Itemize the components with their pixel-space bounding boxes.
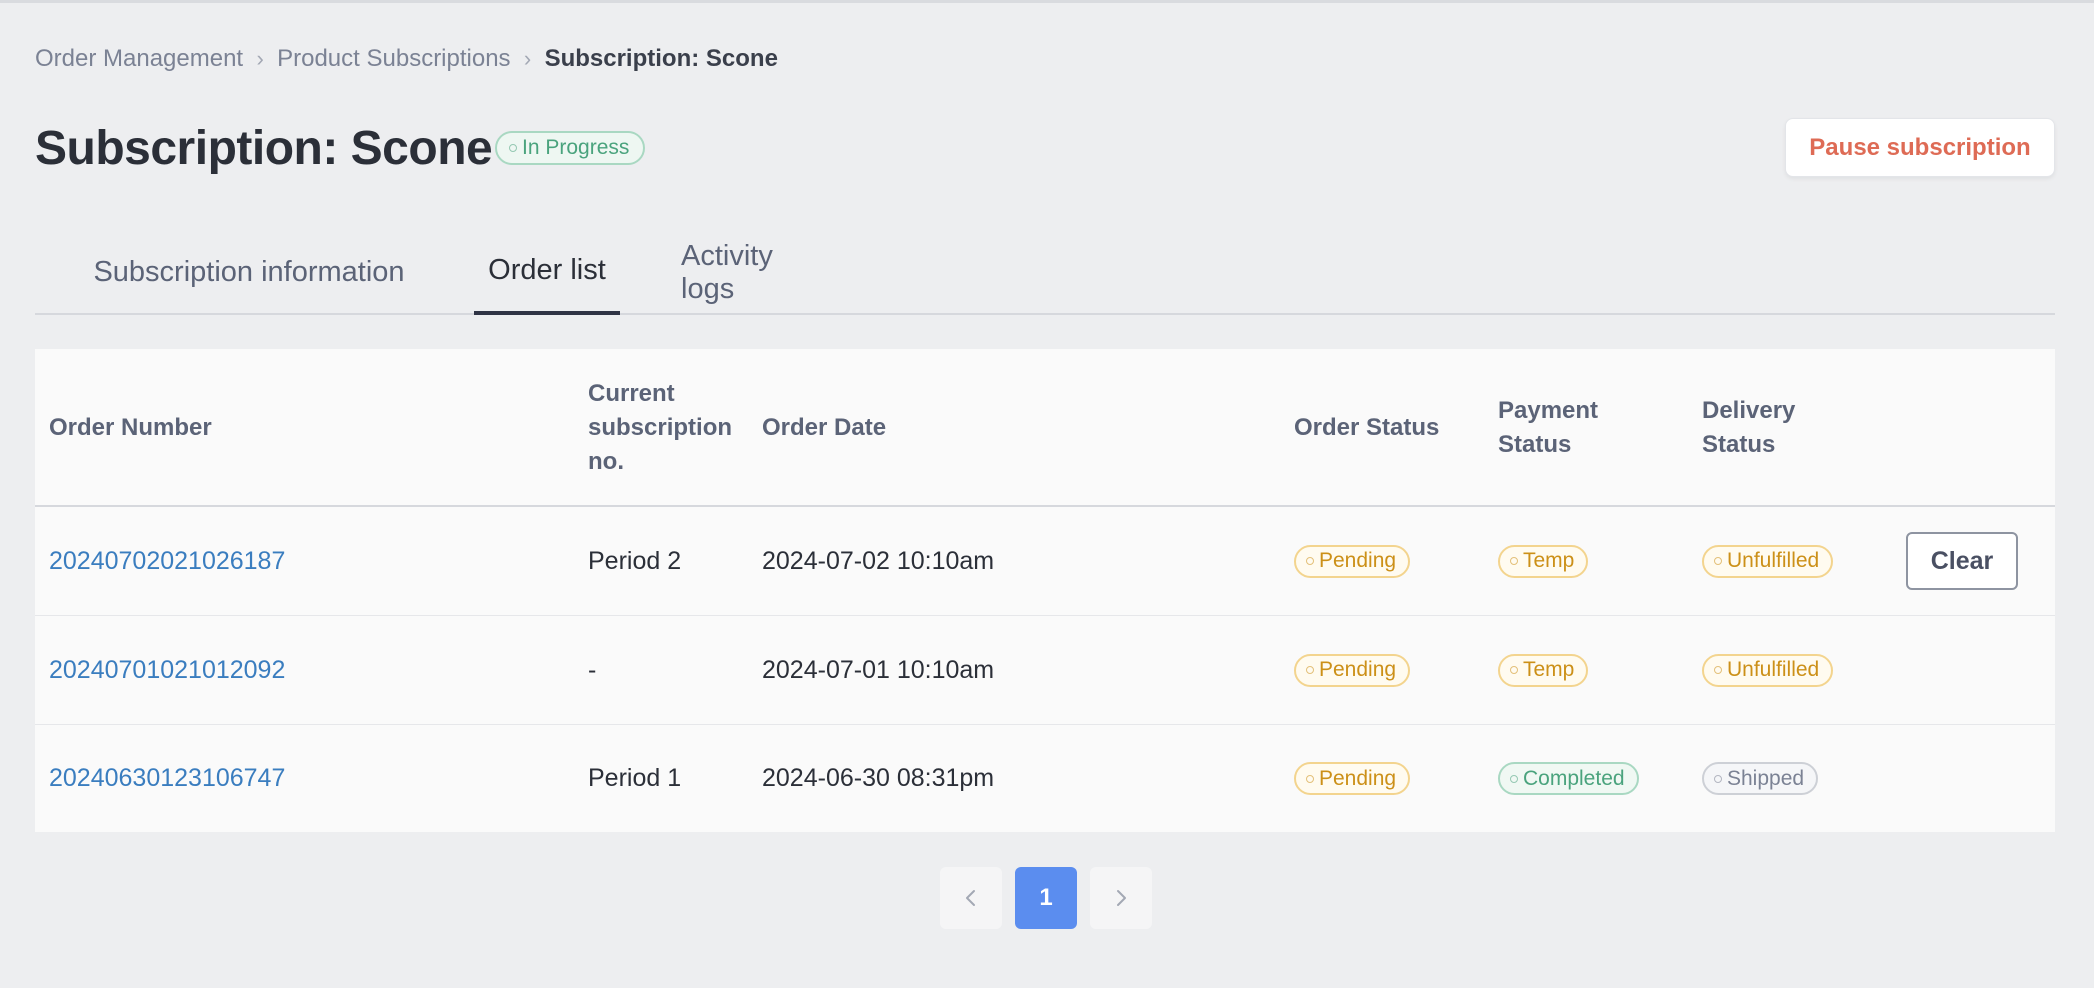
order-status-badge: Pending bbox=[1294, 762, 1411, 795]
order-status-cell: Pending bbox=[1294, 725, 1411, 832]
table-header: Order Number Current subscription no. Or… bbox=[35, 349, 2055, 507]
tab-subscription-information[interactable]: Subscription information bbox=[90, 230, 408, 315]
pagination-prev-button[interactable] bbox=[940, 867, 1002, 929]
column-header-payment-status: Payment Status bbox=[1498, 397, 1599, 458]
order-date: 2024-06-30 08:31pm bbox=[762, 764, 995, 792]
status-dot-icon bbox=[1510, 557, 1518, 565]
payment-status-cell: Completed bbox=[1498, 725, 1639, 832]
chevron-left-icon bbox=[966, 890, 975, 906]
chevron-right-icon bbox=[1117, 890, 1126, 906]
payment-status-badge: Completed bbox=[1498, 762, 1639, 795]
order-number-link[interactable]: 20240702021026187 bbox=[49, 507, 285, 615]
status-badge-label: In Progress bbox=[522, 136, 630, 159]
pagination-next-button[interactable] bbox=[1090, 867, 1152, 929]
table-row: 20240701021012092 - 2024-07-01 10:10am P… bbox=[35, 616, 2055, 725]
status-dot-icon bbox=[1306, 666, 1314, 674]
column-header-delivery-status: Delivery Status bbox=[1702, 397, 1796, 458]
payment-status-label: Temp bbox=[1523, 549, 1575, 572]
order-status-label: Pending bbox=[1319, 766, 1397, 790]
payment-status-badge: Temp bbox=[1498, 544, 1589, 578]
column-header-order-number: Order Number bbox=[49, 414, 212, 441]
status-dot-icon bbox=[1714, 557, 1722, 565]
subscription-no: - bbox=[588, 655, 597, 684]
pagination-page-button[interactable]: 1 bbox=[1015, 867, 1077, 929]
table-row: 20240702021026187 Period 2 2024-07-02 10… bbox=[35, 507, 2055, 616]
status-dot-icon bbox=[1306, 557, 1314, 565]
breadcrumb-current: Subscription: Scone bbox=[544, 45, 778, 72]
pause-subscription-button[interactable]: Pause subscription bbox=[1785, 118, 2055, 177]
payment-status-badge: Temp bbox=[1498, 653, 1589, 687]
delivery-status-label: Shipped bbox=[1727, 766, 1805, 790]
breadcrumb-order-management[interactable]: Order Management bbox=[35, 45, 243, 73]
status-dot-icon bbox=[1510, 774, 1518, 783]
tab-bar: Subscription information Order list Acti… bbox=[35, 230, 2055, 315]
order-status-cell: Pending bbox=[1294, 616, 1411, 724]
payment-status-cell: Temp bbox=[1498, 507, 1589, 615]
subscription-no: Period 1 bbox=[588, 764, 682, 792]
order-table: Order Number Current subscription no. Or… bbox=[35, 349, 2055, 832]
delivery-status-badge: Shipped bbox=[1702, 762, 1819, 795]
payment-status-label: Temp bbox=[1523, 658, 1575, 681]
order-status-label: Pending bbox=[1319, 658, 1397, 681]
tab-order-list[interactable]: Order list bbox=[474, 230, 620, 315]
column-header-subscription-no: Current subscription no. bbox=[588, 380, 733, 475]
action-cell: Clear bbox=[1906, 507, 2018, 615]
delivery-status-label: Unfulfilled bbox=[1727, 658, 1820, 681]
chevron-right-icon: › bbox=[523, 46, 532, 71]
delivery-status-badge: Unfulfilled bbox=[1702, 544, 1834, 578]
status-dot-icon bbox=[509, 144, 517, 152]
page-title: Subscription: Scone bbox=[35, 122, 493, 175]
delivery-status-badge: Unfulfilled bbox=[1702, 653, 1834, 687]
breadcrumb: Order Management › Product Subscriptions… bbox=[35, 44, 778, 74]
order-status-badge: Pending bbox=[1294, 653, 1411, 687]
chevron-right-icon: › bbox=[256, 46, 264, 71]
subscription-no: Period 2 bbox=[588, 546, 682, 575]
order-status-badge: Pending bbox=[1294, 544, 1411, 578]
status-dot-icon bbox=[1306, 774, 1314, 783]
status-dot-icon bbox=[1510, 666, 1518, 674]
order-date: 2024-07-02 10:10am bbox=[762, 546, 995, 575]
delivery-status-label: Unfulfilled bbox=[1727, 549, 1820, 572]
order-date: 2024-07-01 10:10am bbox=[762, 655, 995, 684]
tab-activity-logs[interactable]: Activity logs bbox=[681, 230, 833, 315]
delivery-status-cell: Shipped bbox=[1702, 725, 1819, 832]
table-row: 20240630123106747 Period 1 2024-06-30 08… bbox=[35, 725, 2055, 832]
payment-status-label: Completed bbox=[1523, 766, 1625, 790]
status-dot-icon bbox=[1714, 666, 1722, 674]
order-number-link[interactable]: 20240701021012092 bbox=[49, 616, 285, 724]
order-status-label: Pending bbox=[1319, 549, 1397, 572]
top-divider bbox=[0, 0, 2094, 3]
status-dot-icon bbox=[1714, 774, 1722, 783]
delivery-status-cell: Unfulfilled bbox=[1702, 616, 1834, 724]
breadcrumb-product-subscriptions[interactable]: Product Subscriptions bbox=[277, 45, 510, 73]
delivery-status-cell: Unfulfilled bbox=[1702, 507, 1834, 615]
column-header-order-date: Order Date bbox=[762, 414, 887, 441]
order-number-link[interactable]: 20240630123106747 bbox=[49, 725, 285, 832]
payment-status-cell: Temp bbox=[1498, 616, 1589, 724]
clear-button[interactable]: Clear bbox=[1906, 532, 2018, 590]
order-status-cell: Pending bbox=[1294, 507, 1411, 615]
column-header-order-status: Order Status bbox=[1294, 414, 1440, 441]
status-badge: In Progress bbox=[495, 131, 646, 165]
